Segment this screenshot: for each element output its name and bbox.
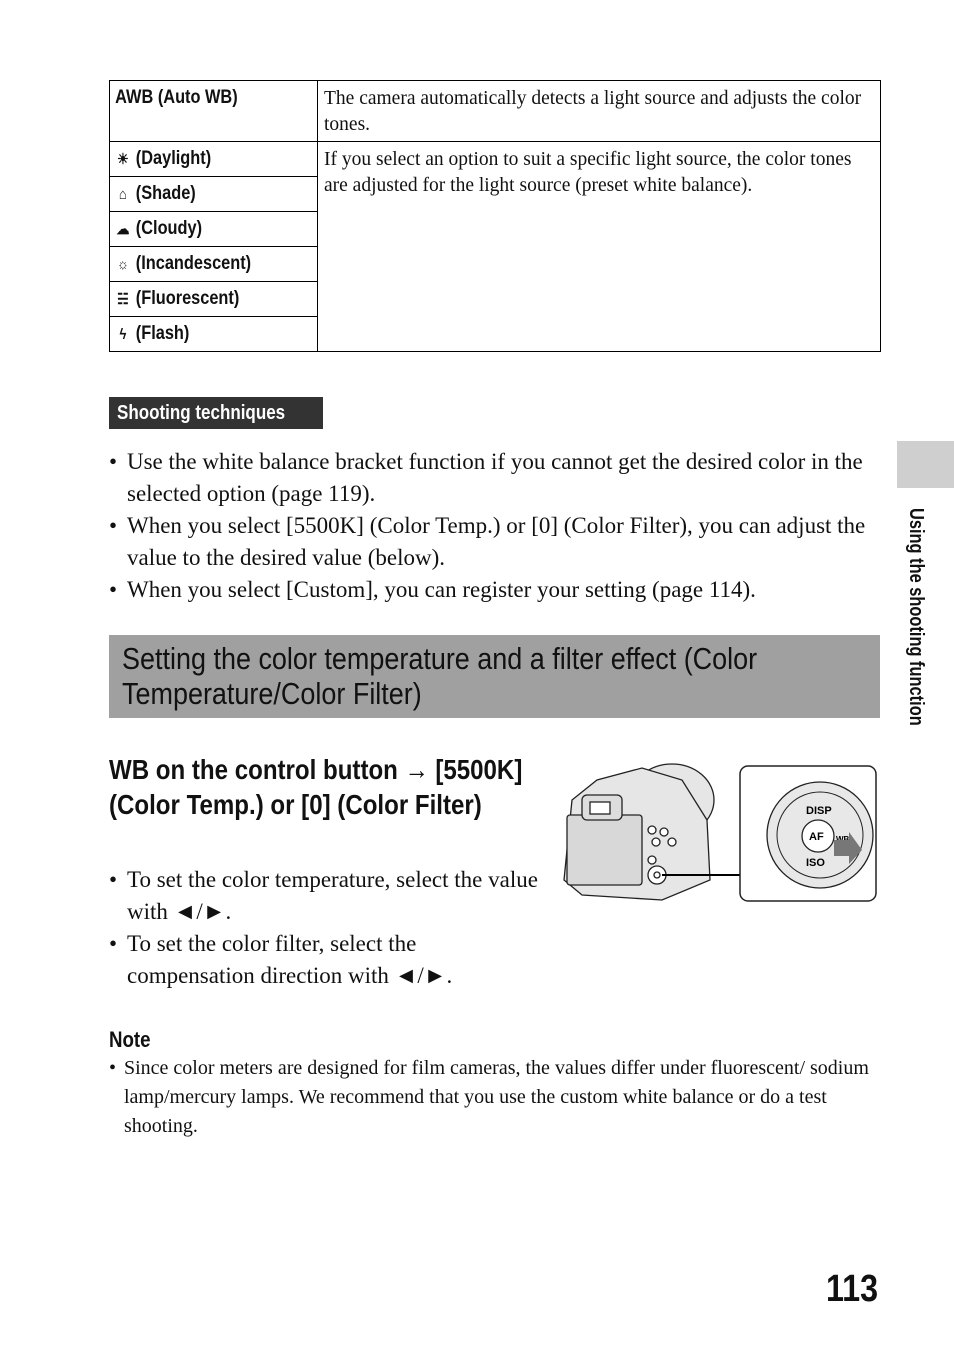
dial-label-disp: DISP [806, 805, 832, 817]
preset-label: (Cloudy) [135, 218, 203, 239]
list-item: To set the color temperature, select the… [109, 864, 549, 928]
camera-body-icon [563, 763, 715, 901]
preset-label: (Fluorescent) [135, 288, 240, 309]
shade-icon: ⌂ [119, 186, 127, 203]
fluorescent-icon: ☵ [117, 291, 129, 308]
note-heading: Note [109, 1027, 151, 1052]
preset-label: (Incandescent) [135, 253, 252, 274]
shooting-techniques-list: Use the white balance bracket function i… [109, 446, 881, 606]
white-balance-table: AWB (Auto WB) The camera automatically d… [109, 80, 881, 352]
preset-label: (Flash) [135, 323, 190, 344]
note-list: Since color meters are designed for film… [109, 1054, 889, 1141]
list-item: Use the white balance bracket function i… [109, 446, 881, 510]
sub-heading: WB on the control button → [5500K] (Colo… [109, 754, 523, 820]
awb-label: AWB (Auto WB) [115, 87, 238, 108]
camera-illustration: DISP AF WB ISO [563, 763, 877, 902]
list-item: When you select [Custom], you can regist… [109, 574, 881, 606]
daylight-icon: ☀ [117, 151, 129, 168]
section-heading: Setting the color temperature and a filt… [109, 635, 880, 718]
list-item: To set the color filter, select the comp… [109, 928, 549, 992]
control-dial-icon: DISP AF WB ISO [766, 781, 874, 889]
awb-description: The camera automatically detects a light… [317, 80, 881, 142]
table-row: AWB (Auto WB) The camera automatically d… [109, 80, 881, 142]
list-item: When you select [5500K] (Color Temp.) or… [109, 510, 881, 574]
preset-label: (Shade) [135, 183, 196, 204]
preset-label: (Daylight) [135, 148, 212, 169]
side-tab-label: Using the shooting function [905, 508, 927, 726]
page-number: 113 [826, 1268, 879, 1310]
instruction-list: To set the color temperature, select the… [109, 864, 549, 992]
incandescent-icon: ☼ [116, 256, 129, 273]
side-tab-marker [897, 441, 954, 488]
table-row: ☀ (Daylight) If you select an option to s… [109, 141, 881, 352]
flash-icon: ϟ [119, 326, 127, 343]
cloudy-icon: ☁ [116, 221, 130, 238]
shooting-techniques-badge: Shooting techniques [109, 397, 323, 429]
dial-label-iso: ISO [806, 857, 825, 869]
list-item: Since color meters are designed for film… [109, 1054, 889, 1141]
preset-description: If you select an option to suit a specif… [317, 141, 881, 352]
dial-label-af: AF [809, 831, 824, 843]
